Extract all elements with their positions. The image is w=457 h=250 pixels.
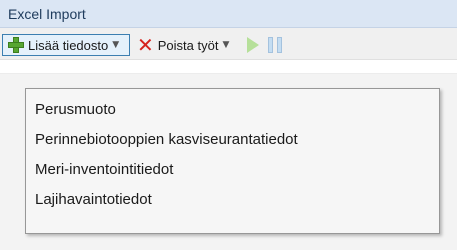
content-strip xyxy=(0,60,457,74)
menu-item-meri-inventointi[interactable]: Meri-inventointitiedot xyxy=(26,155,439,185)
menu-item-lajihavainto[interactable]: Lajihavaintotiedot xyxy=(26,185,439,215)
chevron-down-icon[interactable]: ▼ xyxy=(112,40,119,50)
pause-icon[interactable] xyxy=(268,37,284,53)
remove-jobs-label: Poista työt xyxy=(157,37,219,53)
add-file-label: Lisää tiedosto xyxy=(28,37,109,53)
toolbar: Lisää tiedosto ▼ ✕ Poista työt ▼ xyxy=(0,28,457,60)
play-icon[interactable] xyxy=(247,37,259,53)
plus-icon xyxy=(7,36,25,54)
menu-item-perinnebiotooppien[interactable]: Perinnebiotooppien kasviseurantatiedot xyxy=(26,125,439,155)
add-file-dropdown-menu: Perusmuoto Perinnebiotooppien kasviseura… xyxy=(25,88,440,234)
menu-item-perusmuoto[interactable]: Perusmuoto xyxy=(26,95,439,125)
remove-jobs-button[interactable]: ✕ Poista työt ▼ xyxy=(135,34,235,56)
window-titlebar: Excel Import xyxy=(0,0,457,28)
chevron-down-icon[interactable]: ▼ xyxy=(222,40,229,50)
x-icon: ✕ xyxy=(137,33,154,57)
add-file-button[interactable]: Lisää tiedosto ▼ xyxy=(2,34,130,56)
window-title: Excel Import xyxy=(8,6,86,22)
